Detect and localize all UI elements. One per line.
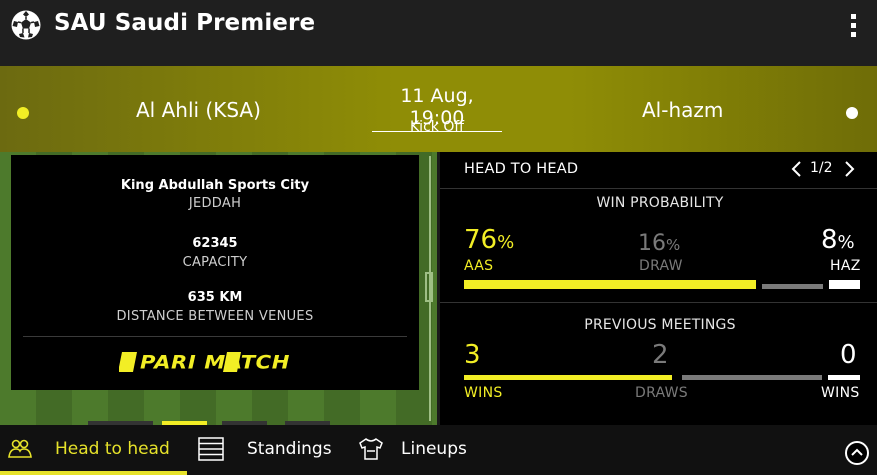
- away-wins-bar: [828, 375, 860, 380]
- home-abbr-label: AAS: [464, 258, 494, 274]
- chevron-up-icon[interactable]: [845, 441, 869, 465]
- stadium-name: King Abdullah Sports City: [120, 178, 310, 193]
- away-team-name[interactable]: Al-hazm: [642, 98, 723, 122]
- svg-text:PARI MATCH: PARI MATCH: [140, 352, 290, 374]
- chevron-left-icon[interactable]: [790, 159, 804, 179]
- away-probability-bar: [829, 280, 860, 289]
- vertical-ellipsis-icon[interactable]: [846, 14, 860, 44]
- away-win-value: 8: [821, 225, 838, 255]
- divider: [440, 188, 877, 189]
- tab-lineups[interactable]: Lineups: [340, 425, 490, 475]
- draw-value: 16: [638, 231, 666, 256]
- away-wins-count: 0: [840, 340, 857, 370]
- home-team-name[interactable]: Al Ahli (KSA): [136, 98, 261, 122]
- pitch-goal: [425, 272, 433, 302]
- tab-standings[interactable]: Standings: [187, 425, 340, 475]
- head-to-head-panel: HEAD TO HEAD 1/2 WIN PROBABILITY 76% 16%…: [437, 152, 877, 425]
- draws-count: 2: [652, 340, 669, 370]
- distance-value: 635 KM: [187, 290, 243, 305]
- draw-unit: %: [666, 236, 681, 254]
- active-tab-indicator: [0, 471, 187, 475]
- draw-probability-bar: [762, 284, 823, 289]
- tab-label: Head to head: [55, 439, 170, 459]
- page-indicator: 1/2: [810, 160, 833, 176]
- app-header: SAU Saudi Premiere: [0, 0, 877, 66]
- home-wins-label: WINS: [464, 385, 503, 401]
- sponsor-logo[interactable]: PARI MATCH: [119, 351, 311, 373]
- capacity-label: CAPACITY: [182, 255, 248, 270]
- home-team-color-dot: [17, 107, 29, 119]
- previous-meetings-title: PREVIOUS MEETINGS: [584, 317, 736, 333]
- tab-label: Lineups: [401, 439, 467, 459]
- home-wins-bar: [464, 375, 672, 380]
- home-wins-count: 3: [464, 340, 481, 370]
- away-abbr-label: HAZ: [830, 258, 861, 274]
- distance-label: DISTANCE BETWEEN VENUES: [116, 309, 314, 324]
- away-win-probability: 8%: [821, 225, 855, 255]
- head-to-head-title: HEAD TO HEAD: [464, 161, 579, 177]
- chevron-right-icon[interactable]: [842, 159, 856, 179]
- capacity-value: 62345: [192, 236, 238, 251]
- tab-label: Standings: [247, 439, 332, 459]
- draws-bar: [682, 375, 822, 380]
- stadium-city: JEDDAH: [188, 196, 242, 211]
- away-team-color-dot: [846, 107, 858, 119]
- table-icon: [198, 437, 224, 461]
- home-win-value: 76: [464, 225, 498, 255]
- soccer-ball-icon: [11, 10, 41, 40]
- draws-label: DRAWS: [635, 385, 688, 401]
- users-icon: [8, 439, 32, 458]
- match-header: Al Ahli (KSA) 11 Aug, 19:00 Kick Off Al-…: [0, 66, 877, 152]
- shirt-icon: [359, 438, 383, 460]
- draw-label: DRAW: [639, 258, 683, 274]
- bottom-tab-bar: Head to head Standings Lineups: [0, 425, 877, 475]
- home-win-unit: %: [497, 232, 515, 253]
- home-probability-bar: [464, 280, 756, 289]
- app-title: SAU Saudi Premiere: [54, 10, 316, 36]
- draw-probability: 16%: [638, 231, 680, 256]
- win-probability-title: WIN PROBABILITY: [596, 195, 724, 211]
- tab-head-to-head[interactable]: Head to head: [0, 425, 187, 475]
- home-win-probability: 76%: [464, 225, 514, 255]
- away-wins-label: WINS: [821, 385, 860, 401]
- match-status: Kick Off: [410, 119, 464, 135]
- divider: [440, 302, 877, 303]
- divider: [23, 336, 407, 337]
- away-win-unit: %: [837, 232, 855, 253]
- venue-card: King Abdullah Sports City JEDDAH 62345 C…: [11, 155, 419, 390]
